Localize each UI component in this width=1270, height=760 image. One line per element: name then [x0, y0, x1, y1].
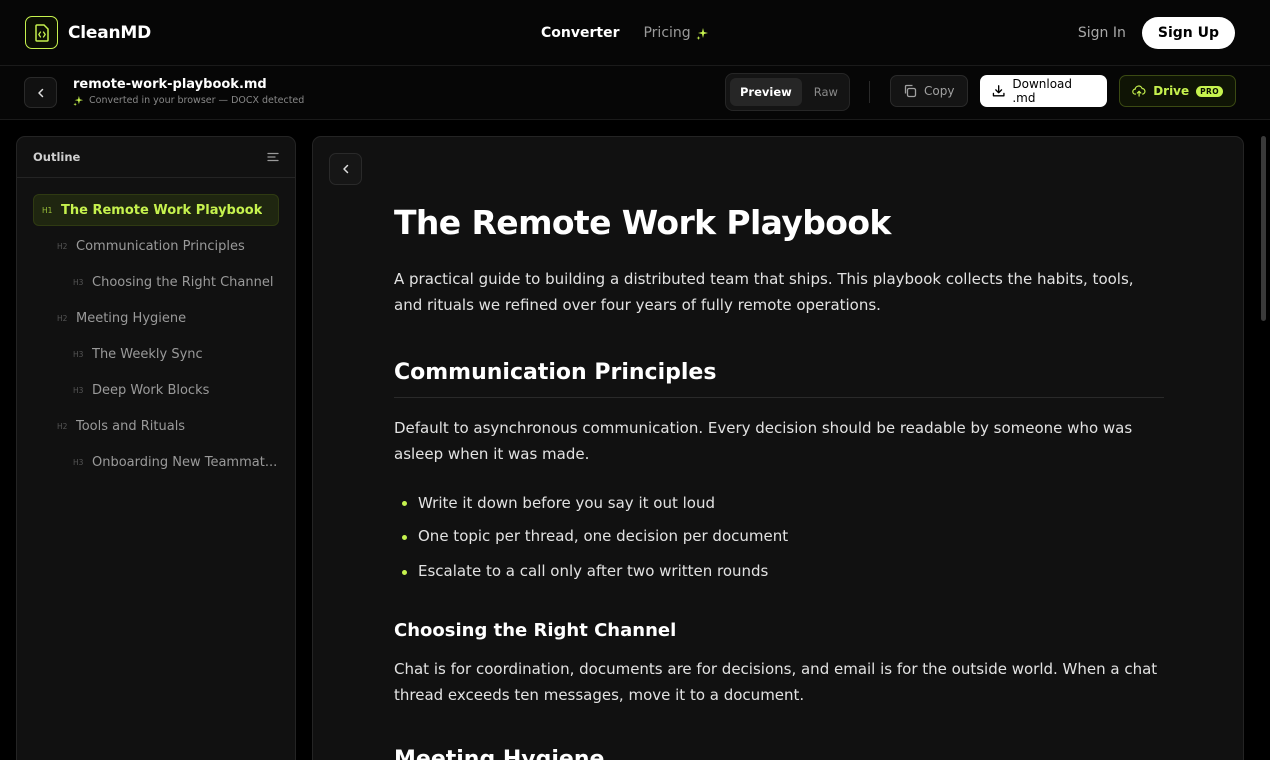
outline-item-level: H3: [73, 277, 84, 287]
outline-item-text: Onboarding New Teammat...: [92, 454, 278, 470]
doc-title: The Remote Work Playbook: [394, 203, 891, 242]
outline-item-text: The Weekly Sync: [92, 346, 203, 362]
chevron-left-icon: [37, 88, 43, 97]
chevron-left-icon: [342, 164, 348, 174]
outline-item[interactable]: H3 Onboarding New Teammat...: [33, 446, 279, 478]
menu-lines-icon[interactable]: [267, 152, 279, 162]
bullet-dot: [402, 501, 407, 506]
back-button[interactable]: [24, 77, 57, 108]
outline-item[interactable]: H3 The Weekly Sync: [33, 338, 279, 370]
bullet-dot: [402, 535, 407, 540]
outline-item[interactable]: H2 Communication Principles: [33, 230, 279, 262]
bullet-dot: [402, 570, 407, 575]
drive-label: Drive: [1153, 84, 1190, 98]
toolbar-divider: [869, 81, 870, 103]
outline-item[interactable]: H3 Choosing the Right Channel: [33, 266, 279, 298]
pro-badge: PRO: [1196, 85, 1223, 97]
outline-item-level: H3: [73, 349, 84, 359]
heading-rule: [394, 397, 1164, 398]
file-toolbar: remote-work-playbook.md Converted in you…: [0, 66, 1270, 120]
download-md-button[interactable]: Download .md: [980, 75, 1107, 107]
sign-up-button[interactable]: Sign Up: [1141, 17, 1235, 49]
outline-item-level: H1: [42, 205, 53, 215]
file-status-text: Converted in your browser — DOCX detecte…: [89, 95, 305, 106]
outline-item[interactable]: H3 Deep Work Blocks: [33, 374, 279, 406]
copy-icon: [904, 84, 917, 98]
outline-item-text: Meeting Hygiene: [76, 310, 187, 326]
outline-item[interactable]: H2 Tools and Rituals: [33, 410, 279, 442]
file-status: Converted in your browser — DOCX detecte…: [73, 95, 304, 106]
copy-button[interactable]: Copy: [890, 75, 968, 107]
doc-heading-meeting: Meeting Hygiene: [394, 747, 605, 760]
drive-button[interactable]: Drive PRO: [1119, 75, 1236, 107]
doc-heading-communication: Communication Principles: [394, 360, 717, 385]
download-icon: [992, 85, 1005, 97]
outline-list: H1 The Remote Work Playbook H2 Communica…: [17, 178, 295, 478]
brand[interactable]: CleanMD: [25, 16, 151, 49]
view-mode-toggle: Preview Raw: [725, 73, 850, 111]
list-item: One topic per thread, one decision per d…: [418, 527, 789, 545]
collapse-outline-button[interactable]: [329, 153, 362, 185]
outline-item-level: H2: [57, 313, 68, 323]
outline-item-text: Deep Work Blocks: [92, 382, 210, 398]
document-code-icon: [25, 16, 58, 49]
list-item: Escalate to a call only after two writte…: [418, 562, 769, 580]
outline-item-level: H3: [73, 385, 84, 395]
outline-item-level: H2: [57, 421, 68, 431]
file-name: remote-work-playbook.md: [73, 77, 267, 92]
main-nav: Converter Pricing: [541, 25, 709, 41]
doc-paragraph: Chat is for coordination, documents are …: [394, 660, 1158, 704]
outline-header: Outline: [17, 137, 295, 178]
nav-pricing-label: Pricing: [643, 25, 691, 41]
outline-title: Outline: [33, 150, 81, 164]
outline-item-level: H3: [73, 457, 84, 467]
cloud-upload-icon: [1132, 85, 1146, 97]
outline-item[interactable]: H1 The Remote Work Playbook: [33, 194, 279, 226]
outline-item-text: Tools and Rituals: [76, 418, 186, 434]
doc-heading-channel: Choosing the Right Channel: [394, 620, 677, 641]
brand-name: CleanMD: [68, 22, 152, 43]
doc-paragraph: Default to asynchronous communication. E…: [394, 419, 1133, 463]
raw-tab[interactable]: Raw: [806, 78, 846, 106]
outline-item-text: Choosing the Right Channel: [92, 274, 274, 290]
auth-controls: Sign In Sign Up: [1078, 17, 1235, 49]
outline-panel: Outline H1 The Remote Work Playbook H2 C…: [16, 136, 296, 760]
outline-item-level: H2: [57, 241, 68, 251]
sparkle-icon: [696, 27, 708, 40]
sign-in-link[interactable]: Sign In: [1078, 25, 1126, 41]
outline-item-text: The Remote Work Playbook: [61, 202, 263, 218]
download-label: Download .md: [1012, 77, 1073, 105]
sparkle-icon: [73, 95, 84, 106]
page-scrollbar[interactable]: [1261, 136, 1266, 321]
nav-pricing[interactable]: Pricing: [643, 25, 708, 41]
document-preview: The Remote Work Playbook A practical gui…: [312, 136, 1244, 760]
doc-intro: A practical guide to building a distribu…: [394, 270, 1134, 314]
file-info: remote-work-playbook.md Converted in you…: [73, 77, 304, 106]
list-item: Write it down before you say it out loud: [418, 494, 715, 512]
outline-item[interactable]: H2 Meeting Hygiene: [33, 302, 279, 334]
copy-label: Copy: [924, 84, 955, 98]
outline-item-text: Communication Principles: [76, 238, 245, 254]
nav-converter[interactable]: Converter: [541, 25, 619, 41]
preview-tab[interactable]: Preview: [730, 78, 802, 106]
top-navigation: CleanMD Converter Pricing Sign In Sign U…: [0, 0, 1270, 66]
